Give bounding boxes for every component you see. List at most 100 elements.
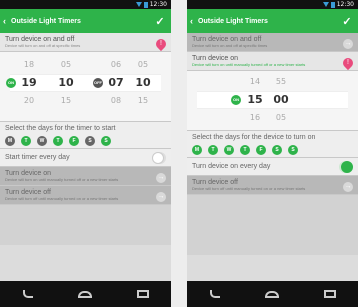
nav-recent-icon[interactable] xyxy=(323,290,336,298)
nav-home-icon[interactable] xyxy=(77,290,92,298)
day-button[interactable]: T xyxy=(240,145,250,155)
hour-column-off[interactable]: 06 07 08 xyxy=(106,56,126,110)
battery-icon xyxy=(330,1,335,8)
picker-value: 18 xyxy=(23,60,35,69)
row-turn-on[interactable]: Turn device on Device will turn on until… xyxy=(0,167,171,186)
picker-value: 10 xyxy=(58,76,74,89)
nav-back-icon[interactable] xyxy=(22,290,33,298)
confirm-check-icon[interactable]: ✓ xyxy=(149,15,171,28)
status-bar: 12:30 xyxy=(187,0,358,9)
row-sublabel: Device will turn on until manually turne… xyxy=(5,177,119,182)
time-picker[interactable]: ON 18 19 20 05 10 15 OFF 06 07 08 05 10 … xyxy=(0,52,171,122)
row-sublabel: Device will turn on and off at specific … xyxy=(5,43,81,48)
back-icon[interactable]: ‹ xyxy=(190,16,198,26)
day-button[interactable]: S xyxy=(101,136,111,146)
picker-value: 15 xyxy=(247,93,263,106)
row-label: Turn device on xyxy=(5,170,52,177)
days-label: Select the days for the device to turn o… xyxy=(192,134,316,141)
row-label: Turn device on xyxy=(192,55,239,62)
picker-value: 10 xyxy=(135,76,151,89)
day-button[interactable]: T xyxy=(208,145,218,155)
day-buttons: MTWTFSS xyxy=(192,145,353,155)
picker-value: 55 xyxy=(275,77,287,86)
days-label: Select the days for the timer to start xyxy=(5,125,116,132)
arrow-right-icon: → xyxy=(156,192,166,202)
nav-home-icon[interactable] xyxy=(264,290,279,298)
every-day-toggle[interactable] xyxy=(152,152,166,164)
every-day-row: Turn device on every day xyxy=(187,158,358,176)
day-button[interactable]: M xyxy=(192,145,202,155)
day-button[interactable]: S xyxy=(272,145,282,155)
row-sublabel: Device will turn on until manually turne… xyxy=(192,62,306,67)
row-turn-on[interactable]: Turn device on Device will turn on until… xyxy=(187,52,358,71)
day-button[interactable]: M xyxy=(5,136,15,146)
every-day-label: Turn device on every day xyxy=(192,163,271,170)
row-turn-off[interactable]: Turn device off Device will turn off unt… xyxy=(0,186,171,205)
picker-value: 06 xyxy=(110,60,122,69)
days-selector: Select the days for the device to turn o… xyxy=(187,131,358,158)
arrow-right-icon: → xyxy=(343,39,353,49)
minute-column-on[interactable]: 05 10 15 xyxy=(56,56,76,110)
row-sublabel: Device will turn on and off at specific … xyxy=(192,43,268,48)
day-button[interactable]: T xyxy=(53,136,63,146)
row-turn-on-and-off[interactable]: Turn device on and off Device will turn … xyxy=(0,33,171,52)
every-day-row: Start timer every day xyxy=(0,149,171,167)
row-sublabel: Device will turn off until manually turn… xyxy=(5,196,119,201)
row-label: Turn device off xyxy=(192,179,238,186)
picker-value: 14 xyxy=(249,77,261,86)
minute-column-off[interactable]: 05 10 15 xyxy=(133,56,153,110)
phone-right: 12:30 ‹ Outside Light Timers ✓ Turn devi… xyxy=(187,0,358,307)
time-picker[interactable]: ON 14 15 16 55 00 05 xyxy=(187,71,358,131)
row-turn-on-and-off[interactable]: Turn device on and off Device will turn … xyxy=(187,33,358,52)
app-bar: ‹ Outside Light Timers ✓ xyxy=(0,9,171,33)
phone-left: 12:30 ‹ Outside Light Timers ✓ Turn devi… xyxy=(0,0,171,307)
picker-value: 15 xyxy=(60,96,72,105)
picker-value: 16 xyxy=(249,113,261,122)
wifi-icon xyxy=(135,2,142,7)
day-button[interactable]: W xyxy=(37,136,47,146)
row-label: Turn device off xyxy=(5,189,51,196)
day-button[interactable]: S xyxy=(288,145,298,155)
status-time: 12:30 xyxy=(336,1,354,8)
stage: 12:30 ‹ Outside Light Timers ✓ Turn devi… xyxy=(0,0,358,307)
empty-area xyxy=(187,195,358,255)
wifi-icon xyxy=(322,2,329,7)
app-title: Outside Light Timers xyxy=(198,17,268,25)
day-button[interactable]: S xyxy=(85,136,95,146)
picker-value: 05 xyxy=(275,113,287,122)
hour-column[interactable]: 14 15 16 xyxy=(245,73,265,127)
minute-column[interactable]: 55 00 05 xyxy=(271,73,291,127)
every-day-label: Start timer every day xyxy=(5,154,70,161)
back-icon[interactable]: ‹ xyxy=(3,16,11,26)
picker-value: 08 xyxy=(110,96,122,105)
every-day-toggle[interactable] xyxy=(339,161,353,173)
row-label: Turn device on and off xyxy=(192,36,262,43)
picker-value: 19 xyxy=(21,76,37,89)
day-button[interactable]: W xyxy=(224,145,234,155)
row-turn-off[interactable]: Turn device off Device will turn off unt… xyxy=(187,176,358,195)
off-badge: OFF xyxy=(93,78,103,88)
confirm-check-icon[interactable]: ✓ xyxy=(336,15,358,28)
picker-value: 15 xyxy=(137,96,149,105)
app-title: Outside Light Timers xyxy=(11,17,81,25)
row-sublabel: Device will turn off until manually turn… xyxy=(192,186,306,191)
nav-back-icon[interactable] xyxy=(209,290,220,298)
hour-column-on[interactable]: 18 19 20 xyxy=(19,56,39,110)
picker-value: 07 xyxy=(108,76,124,89)
nav-bar xyxy=(0,281,171,307)
arrow-right-icon: → xyxy=(343,182,353,192)
on-badge: ON xyxy=(231,95,241,105)
picker-value: 05 xyxy=(60,60,72,69)
day-button[interactable]: F xyxy=(256,145,266,155)
empty-area xyxy=(0,205,171,245)
picker-value: 05 xyxy=(137,60,149,69)
nav-recent-icon[interactable] xyxy=(136,290,149,298)
day-button[interactable]: F xyxy=(69,136,79,146)
battery-icon xyxy=(143,1,148,8)
day-button[interactable]: T xyxy=(21,136,31,146)
status-bar: 12:30 xyxy=(0,0,171,9)
nav-bar xyxy=(187,281,358,307)
picker-value: 20 xyxy=(23,96,35,105)
row-label: Turn device on and off xyxy=(5,36,75,43)
days-selector: Select the days for the timer to start M… xyxy=(0,122,171,149)
